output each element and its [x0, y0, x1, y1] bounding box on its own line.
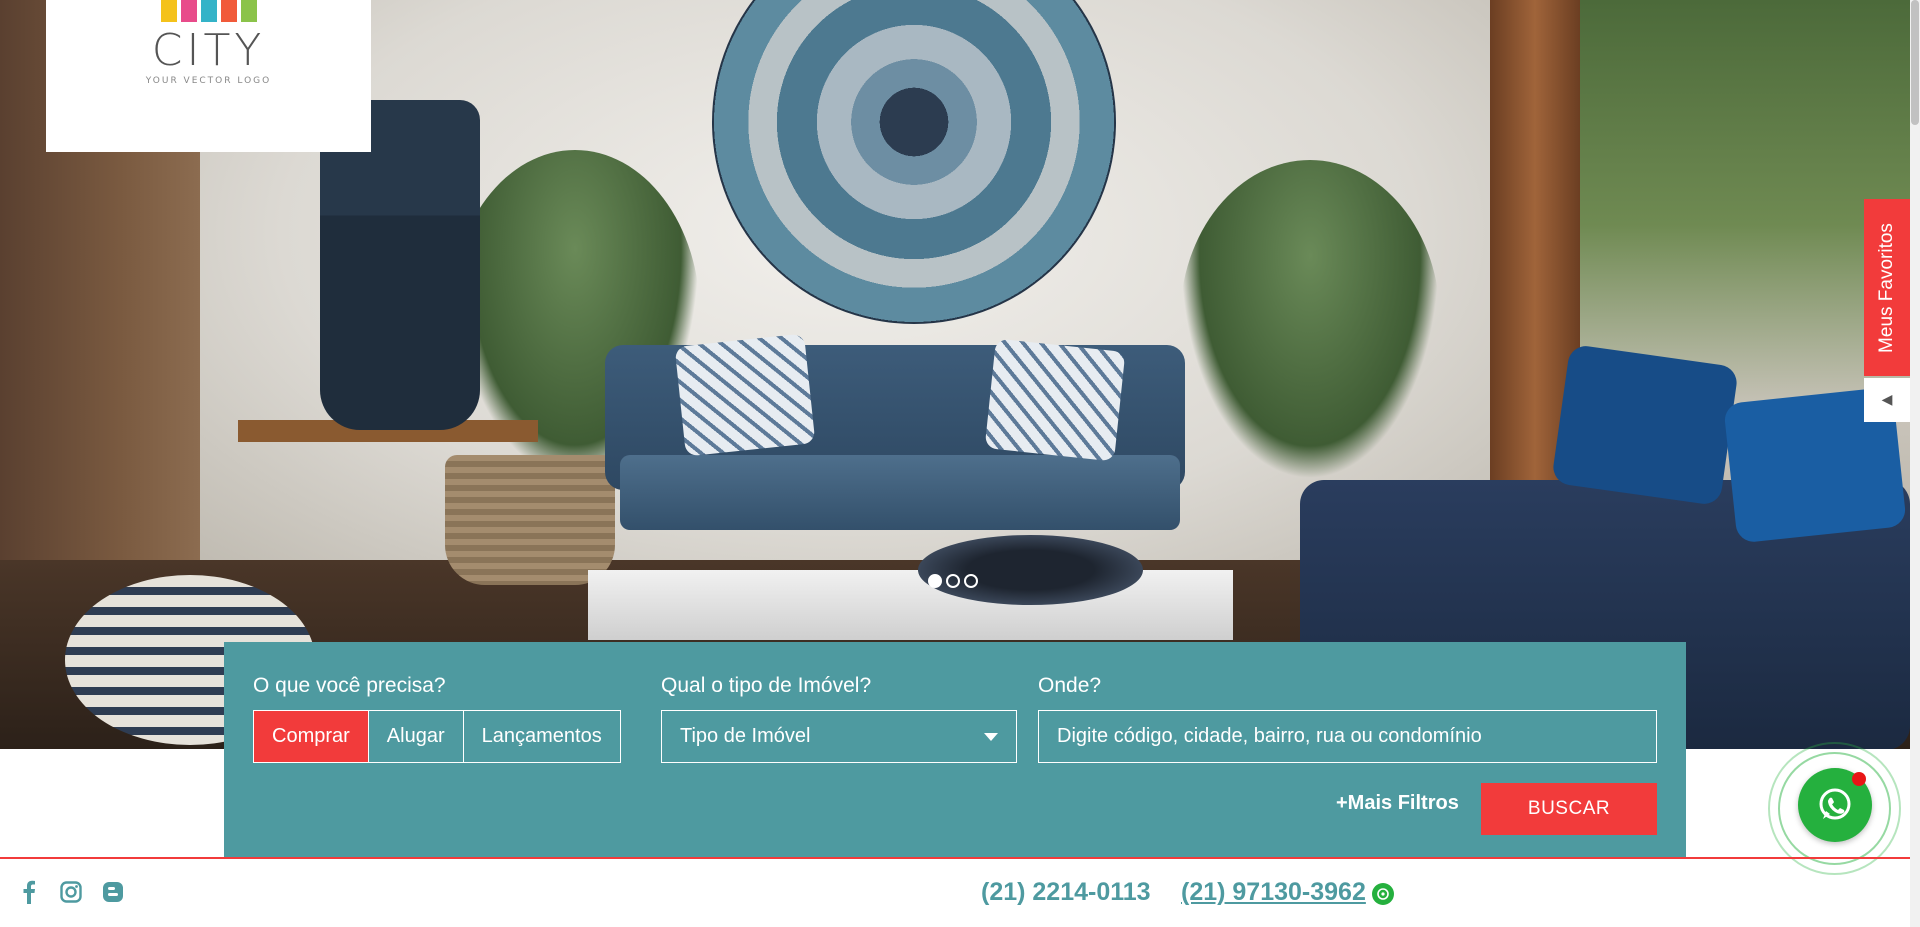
search-panel: O que você precisa? Comprar Alugar Lança…	[224, 642, 1686, 857]
blogger-icon[interactable]	[102, 880, 124, 904]
site-logo[interactable]: CITY YOUR VECTOR LOGO	[46, 0, 371, 152]
whatsapp-icon	[1372, 883, 1394, 905]
page-scrollbar[interactable]	[1910, 0, 1920, 927]
slider-dot[interactable]	[946, 574, 960, 588]
footer-divider	[0, 857, 1910, 859]
property-type-value: Tipo de Imóvel	[680, 725, 811, 747]
plant	[1180, 160, 1440, 480]
location-search-input[interactable]	[1038, 710, 1657, 763]
type-label: Qual o tipo de Imóvel?	[661, 674, 872, 697]
instagram-icon[interactable]	[60, 880, 82, 904]
phone-landline[interactable]: (21) 2214-0113	[981, 878, 1151, 907]
property-type-select[interactable]: Tipo de Imóvel	[661, 710, 1017, 763]
social-links	[18, 880, 124, 904]
logo-bar	[160, 0, 177, 22]
slider-dot[interactable]	[964, 574, 978, 588]
caret-left-icon: ◀	[1881, 392, 1893, 408]
pillow	[1551, 343, 1739, 507]
sofa-seat	[620, 455, 1180, 530]
slider-dots	[928, 574, 978, 588]
whatsapp-icon	[1819, 788, 1851, 820]
favorites-tab[interactable]: Meus Favoritos	[1864, 199, 1910, 376]
purpose-option-comprar[interactable]: Comprar	[254, 711, 369, 762]
slider-dot[interactable]	[928, 574, 942, 588]
favorites-toggle[interactable]: ◀	[1864, 378, 1910, 422]
purpose-option-alugar[interactable]: Alugar	[369, 711, 464, 762]
logo-name: CITY	[151, 25, 266, 76]
chevron-down-icon	[984, 732, 998, 741]
more-filters-link[interactable]: +Mais Filtros	[1336, 792, 1459, 815]
purpose-option-lancamentos[interactable]: Lançamentos	[464, 711, 620, 762]
facebook-icon[interactable]	[18, 880, 40, 904]
scrollbar-thumb[interactable]	[1911, 0, 1919, 125]
planter	[445, 455, 615, 585]
logo-bar	[240, 0, 257, 22]
notification-badge	[1852, 772, 1866, 786]
search-button[interactable]: BUSCAR	[1481, 783, 1657, 835]
purpose-segmented-control: Comprar Alugar Lançamentos	[253, 710, 621, 763]
pillow	[984, 338, 1126, 462]
logo-bar	[220, 0, 237, 22]
logo-bar	[180, 0, 197, 22]
phone-whatsapp[interactable]: (21) 97130-3962	[1181, 878, 1366, 907]
favorites-tab-label: Meus Favoritos	[1876, 222, 1897, 353]
pillow	[674, 333, 816, 457]
where-label: Onde?	[1038, 674, 1102, 697]
purpose-label: O que você precisa?	[253, 674, 446, 697]
logo-bars	[160, 0, 257, 22]
decor-bowl	[918, 535, 1143, 605]
logo-tagline: YOUR VECTOR LOGO	[145, 76, 272, 86]
logo-bar	[200, 0, 217, 22]
